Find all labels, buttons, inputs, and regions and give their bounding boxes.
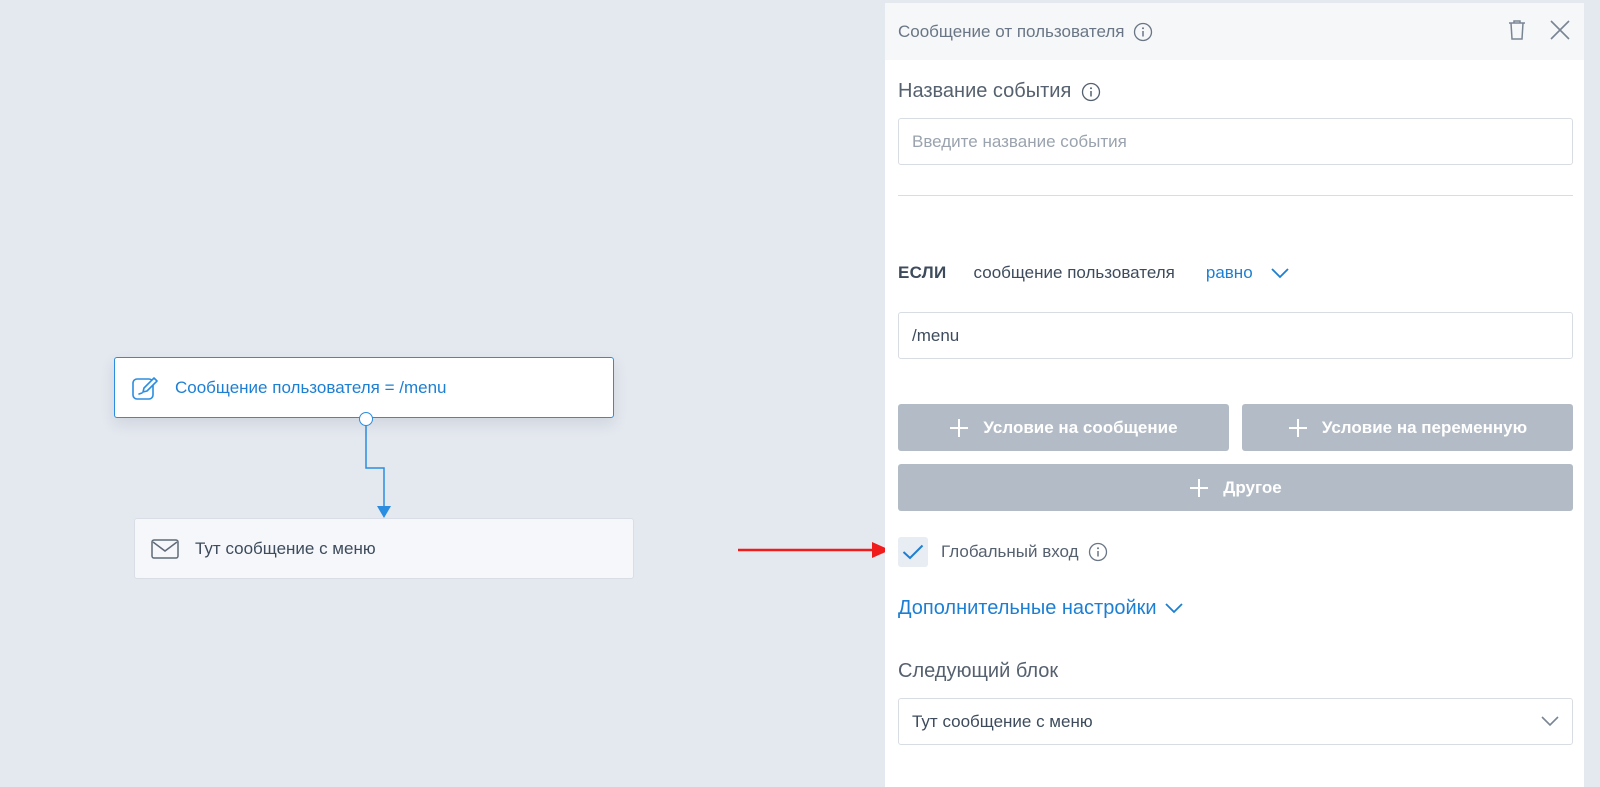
close-icon[interactable]	[1548, 18, 1572, 42]
add-message-condition-label: Условие на сообщение	[983, 417, 1178, 437]
next-block-value: Тут сообщение с меню	[912, 711, 1093, 731]
trash-icon[interactable]	[1505, 18, 1529, 42]
divider	[898, 195, 1573, 196]
event-name-input[interactable]	[898, 118, 1573, 165]
trigger-node[interactable]: Сообщение пользователя = /menu	[114, 357, 614, 418]
advanced-settings-toggle[interactable]: Дополнительные настройки	[898, 597, 1183, 620]
condition-row: ЕСЛИ сообщение пользователя равно	[898, 261, 1289, 285]
add-other-button[interactable]: Другое	[898, 464, 1573, 511]
global-entry-label: Глобальный вход	[941, 542, 1079, 561]
condition-value-input[interactable]	[898, 312, 1573, 359]
message-node-label: Тут сообщение с меню	[195, 538, 376, 558]
plus-icon	[950, 418, 969, 437]
chevron-down-icon	[1271, 267, 1289, 278]
add-variable-condition-button[interactable]: Условие на переменную	[1242, 404, 1573, 451]
message-node[interactable]: Тут сообщение с меню	[134, 518, 634, 579]
output-port[interactable]	[359, 412, 373, 426]
flow-canvas[interactable]: Сообщение пользователя = /menu Тут сообщ…	[0, 0, 890, 787]
event-name-label: Название события	[898, 80, 1101, 103]
next-block-label-text: Следующий блок	[898, 660, 1059, 682]
info-icon[interactable]	[1088, 542, 1108, 562]
chevron-down-icon	[1541, 716, 1559, 727]
global-entry-row: Глобальный вход	[898, 537, 1108, 567]
plus-icon	[1288, 418, 1307, 437]
info-icon[interactable]	[1081, 82, 1101, 102]
advanced-settings-label: Дополнительные настройки	[898, 597, 1157, 619]
edit-icon	[132, 376, 158, 400]
next-block-select[interactable]: Тут сообщение с меню	[898, 698, 1573, 745]
info-icon[interactable]	[1133, 22, 1153, 42]
add-variable-condition-label: Условие на переменную	[1321, 417, 1528, 437]
event-name-label-text: Название события	[898, 80, 1072, 102]
trigger-node-label: Сообщение пользователя = /menu	[175, 377, 447, 397]
condition-subject: сообщение пользователя	[973, 263, 1175, 282]
panel-title: Сообщение от пользователя	[898, 21, 1125, 41]
add-other-label: Другое	[1223, 477, 1282, 497]
global-entry-checkbox[interactable]	[898, 537, 928, 567]
next-block-label: Следующий блок	[898, 660, 1058, 683]
envelope-icon	[151, 538, 179, 559]
condition-operator-value: равно	[1205, 263, 1253, 282]
condition-operator-dropdown[interactable]: равно	[1206, 263, 1289, 283]
settings-panel: Сообщение от пользователя Название событ…	[885, 3, 1584, 787]
chevron-down-icon	[1164, 603, 1183, 614]
red-arrow-annotation	[738, 542, 890, 558]
plus-icon	[1190, 478, 1209, 497]
add-message-condition-button[interactable]: Условие на сообщение	[898, 404, 1229, 451]
condition-if-label: ЕСЛИ	[898, 263, 947, 282]
panel-header: Сообщение от пользователя	[885, 3, 1584, 60]
check-icon	[902, 544, 924, 560]
